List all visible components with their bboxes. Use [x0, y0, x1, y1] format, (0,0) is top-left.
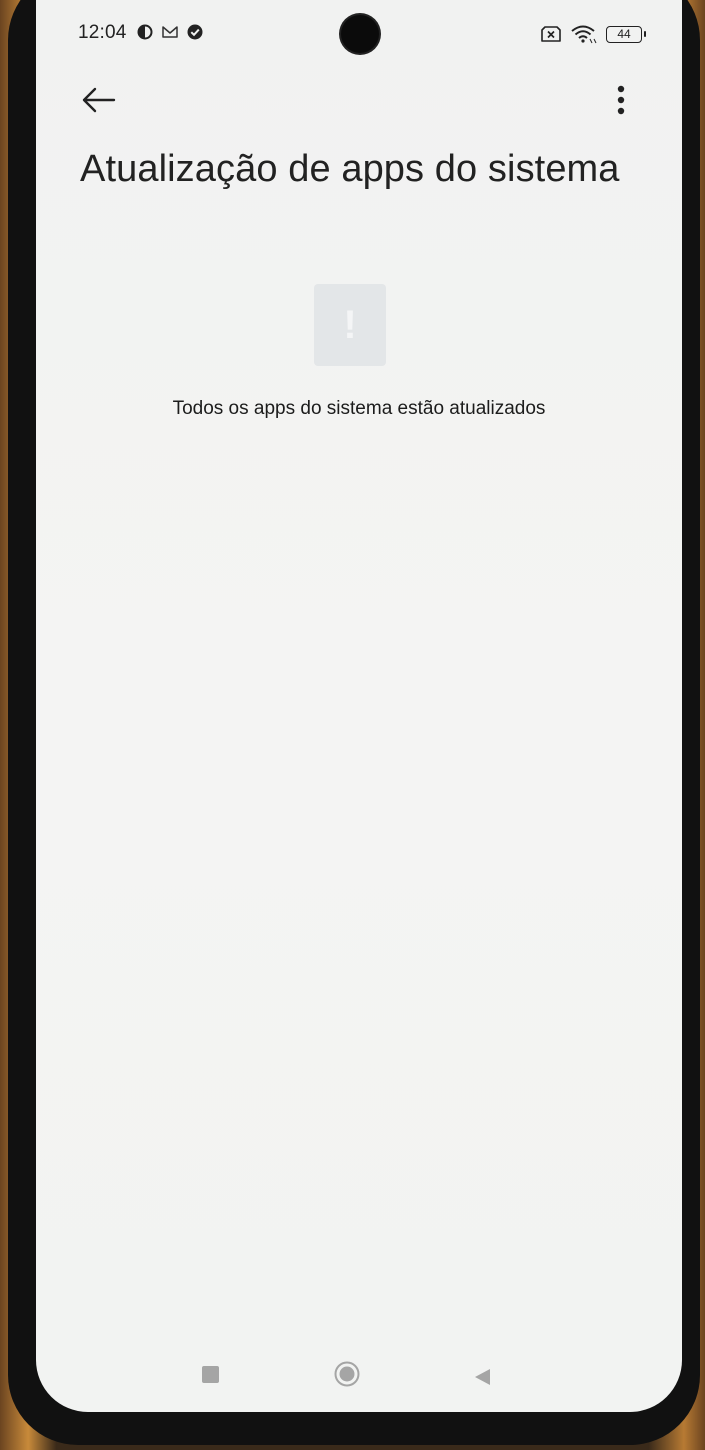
more-options-button[interactable]: [606, 80, 636, 120]
status-icons-right: 44: [540, 24, 646, 44]
status-icons-left: [136, 23, 204, 41]
arrow-left-icon: [82, 87, 116, 113]
data-saver-icon: [137, 24, 153, 40]
status-bar: 12:04 44: [36, 0, 682, 70]
gmail-icon: [162, 26, 178, 38]
more-vert-icon: [617, 85, 625, 115]
toolbar: [36, 70, 682, 130]
battery-icon: 44: [606, 25, 646, 43]
back-button[interactable]: [78, 82, 122, 118]
battery-level: 44: [617, 26, 631, 41]
check-circle-icon: [187, 24, 203, 40]
empty-state-message: Todos os apps do sistema estão atualizad…: [172, 398, 546, 419]
home-icon[interactable]: [334, 1361, 360, 1387]
wifi-icon: [571, 25, 597, 44]
no-sim-icon: [541, 26, 561, 42]
recents-icon[interactable]: [202, 1366, 219, 1383]
exclamation-glyph: !: [343, 303, 357, 347]
exclamation-icon: !: [314, 284, 386, 366]
front-camera: [341, 15, 379, 53]
navigation-bar: [36, 1350, 682, 1400]
back-icon[interactable]: [472, 1366, 492, 1388]
status-time: 12:04: [78, 22, 127, 43]
screen: 12:04 44 Atualização de apps do sistema …: [36, 0, 682, 1412]
page-title: Atualização de apps do sistema: [80, 148, 620, 190]
